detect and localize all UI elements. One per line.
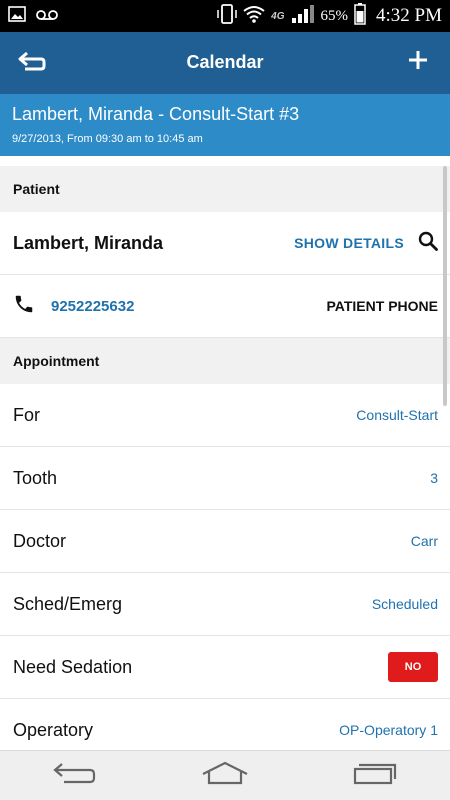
- patient-name: Lambert, Miranda: [13, 232, 164, 253]
- detail-label: Tooth: [13, 467, 58, 488]
- patient-phone-number[interactable]: 9252225632: [51, 298, 327, 315]
- appointment-banner: Lambert, Miranda - Consult-Start #3 9/27…: [0, 94, 450, 156]
- wifi-icon: [243, 5, 265, 28]
- nav-recents-button[interactable]: [340, 756, 410, 796]
- status-bar-left: [8, 6, 58, 27]
- detail-label: For: [13, 404, 40, 425]
- detail-value: Consult-Start: [356, 407, 438, 423]
- section-header-appointment: Appointment: [0, 338, 450, 384]
- detail-row-sched-emerg[interactable]: Sched/Emerg Scheduled: [0, 573, 450, 636]
- detail-label: Operatory: [13, 719, 94, 740]
- appointment-details[interactable]: Patient Lambert, Miranda SHOW DETAILS 92…: [0, 166, 450, 750]
- system-nav-bar: [0, 750, 450, 800]
- signal-icon: [291, 4, 315, 29]
- battery-icon: [354, 2, 366, 30]
- scrollbar[interactable]: [443, 166, 447, 406]
- detail-value: Carr: [410, 533, 438, 549]
- status-bar: 4G 65% 4:32 PM: [0, 0, 450, 32]
- add-button[interactable]: [400, 44, 436, 80]
- show-details-link[interactable]: SHOW DETAILS: [294, 235, 404, 251]
- page-title: Calendar: [186, 52, 264, 72]
- detail-value: Scheduled: [371, 596, 438, 612]
- detail-row-operatory[interactable]: Operatory OP-Operatory 1: [0, 699, 450, 750]
- nav-back-button[interactable]: [40, 756, 110, 796]
- app-bar: Calendar: [0, 32, 450, 94]
- phone-icon: [13, 293, 35, 320]
- detail-label: Need Sedation: [13, 656, 133, 677]
- plus-icon: [407, 49, 429, 76]
- nav-back-icon: [52, 760, 98, 791]
- detail-row-need-sedation: Need Sedation NO: [0, 636, 450, 699]
- appointment-datetime: 9/27/2013, From 09:30 am to 10:45 am: [12, 133, 203, 145]
- detail-label: Doctor: [13, 530, 67, 551]
- vibrate-icon: [217, 3, 237, 30]
- detail-row-tooth[interactable]: Tooth 3: [0, 447, 450, 510]
- status-bar-right: 4G 65% 4:32 PM: [217, 2, 442, 30]
- detail-row-doctor[interactable]: Doctor Carr: [0, 510, 450, 573]
- battery-percent: 65%: [320, 7, 349, 24]
- image-icon: [8, 6, 26, 27]
- clock: 4:32 PM: [376, 5, 442, 26]
- detail-value: 3: [430, 470, 438, 486]
- detail-value: OP-Operatory 1: [339, 722, 438, 738]
- nav-home-icon: [201, 760, 249, 791]
- patient-phone-label: PATIENT PHONE: [326, 298, 439, 314]
- nav-home-button[interactable]: [190, 756, 260, 796]
- appointment-title: Lambert, Miranda - Consult-Start #3: [12, 104, 300, 124]
- section-header-patient: Patient: [0, 166, 450, 212]
- patient-row: Lambert, Miranda SHOW DETAILS: [0, 212, 450, 275]
- detail-row-for[interactable]: For Consult-Start: [0, 384, 450, 447]
- network-type: 4G: [271, 10, 285, 22]
- voicemail-icon: [36, 8, 58, 26]
- nav-recents-icon: [353, 760, 397, 791]
- patient-phone-row[interactable]: 9252225632 PATIENT PHONE: [0, 275, 450, 338]
- sedation-toggle[interactable]: NO: [388, 652, 438, 682]
- search-icon[interactable]: [418, 231, 438, 256]
- detail-label: Sched/Emerg: [13, 593, 123, 614]
